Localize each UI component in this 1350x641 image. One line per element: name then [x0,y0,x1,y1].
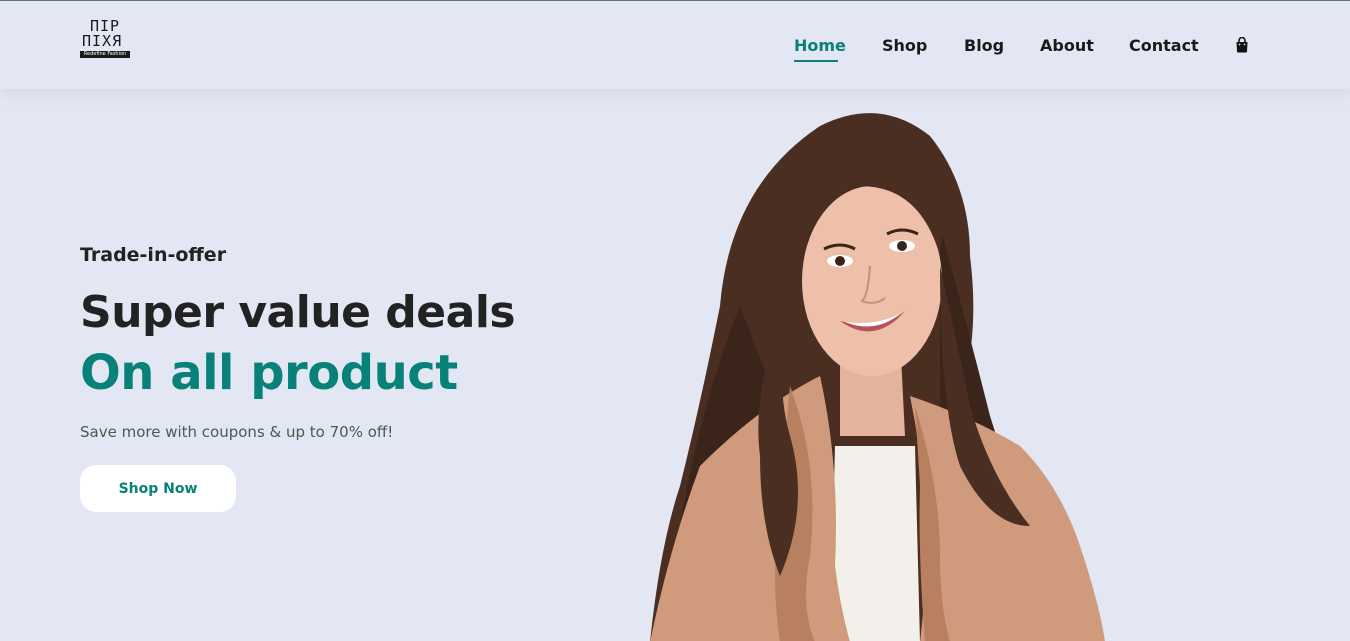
nav-shop[interactable]: Shop [882,36,927,55]
nav-contact[interactable]: Contact [1129,36,1199,55]
nav-active-underline [794,60,838,62]
main-nav: Home Shop Blog About Contact [0,1,1350,89]
shop-now-button[interactable]: Shop Now [80,465,236,512]
nav-home[interactable]: Home [794,36,846,55]
hero-subtitle: Trade-in-offer [80,244,227,266]
hero-title: Super value deals [80,287,516,338]
hero-woman-image [650,113,1105,641]
site-header: ПIP ПIXЯ Redefine Fashion Home Shop Blog… [0,1,1350,89]
hero-description: Save more with coupons & up to 70% off! [80,423,394,441]
nav-about[interactable]: About [1040,36,1094,55]
shopping-bag-icon[interactable] [1234,36,1250,53]
nav-blog[interactable]: Blog [964,36,1004,55]
hero-title-highlight: On all product [80,345,458,401]
